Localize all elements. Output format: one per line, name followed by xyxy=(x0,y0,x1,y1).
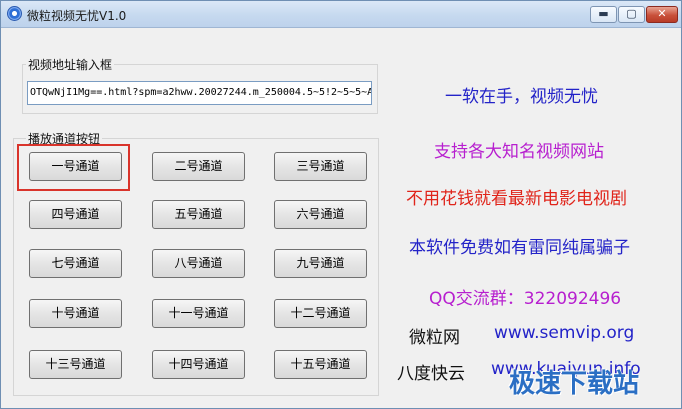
channel-button-4[interactable]: 四号通道 xyxy=(29,200,122,229)
channel-button-11[interactable]: 十一号通道 xyxy=(152,299,245,328)
video-url-input[interactable]: OTQwNjI1Mg==.html?spm=a2hww.20027244.m_2… xyxy=(27,81,372,105)
window-title: 微粒视频无忧V1.0 xyxy=(27,9,127,23)
promo-free-notice: 本软件免费如有雷同纯属骗子 xyxy=(409,238,630,258)
channel-button-6[interactable]: 六号通道 xyxy=(274,200,367,229)
channel-button-7[interactable]: 七号通道 xyxy=(29,249,122,278)
channel-button-3[interactable]: 三号通道 xyxy=(274,152,367,181)
minimize-button[interactable]: ▬ xyxy=(590,6,617,23)
maximize-button[interactable]: ▢ xyxy=(618,6,645,23)
app-window: 微粒视频无忧V1.0 ▬ ▢ ✕ 视频地址输入框 OTQwNjI1Mg==.ht… xyxy=(0,0,682,409)
channel-button-1[interactable]: 一号通道 xyxy=(29,152,122,181)
title-bar[interactable]: 微粒视频无忧V1.0 ▬ ▢ ✕ xyxy=(1,1,681,28)
site1-link[interactable]: www.semvip.org xyxy=(494,323,634,343)
channel-button-13[interactable]: 十三号通道 xyxy=(29,350,122,379)
channel-button-12[interactable]: 十二号通道 xyxy=(274,299,367,328)
watermark-text: 极速下载站 xyxy=(509,369,640,399)
app-logo-icon xyxy=(7,6,22,21)
channel-button-2[interactable]: 二号通道 xyxy=(152,152,245,181)
channel-group-label: 播放通道按钮 xyxy=(26,130,103,147)
channel-button-10[interactable]: 十号通道 xyxy=(29,299,122,328)
channel-button-14[interactable]: 十四号通道 xyxy=(152,350,245,379)
promo-sites: 支持各大知名视频网站 xyxy=(434,142,604,162)
site1-name: 微粒网 xyxy=(409,328,460,348)
channel-button-9[interactable]: 九号通道 xyxy=(274,249,367,278)
close-button[interactable]: ✕ xyxy=(646,6,678,23)
site2-name: 八度快云 xyxy=(397,364,465,384)
promo-slogan: 一软在手，视频无忧 xyxy=(445,87,598,107)
channel-button-8[interactable]: 八号通道 xyxy=(152,249,245,278)
channel-button-5[interactable]: 五号通道 xyxy=(152,200,245,229)
url-group-label: 视频地址输入框 xyxy=(26,56,115,73)
promo-free-movies: 不用花钱就看最新电影电视剧 xyxy=(406,189,627,209)
promo-qq-group: QQ交流群：322092496 xyxy=(429,289,622,309)
channel-button-15[interactable]: 十五号通道 xyxy=(274,350,367,379)
